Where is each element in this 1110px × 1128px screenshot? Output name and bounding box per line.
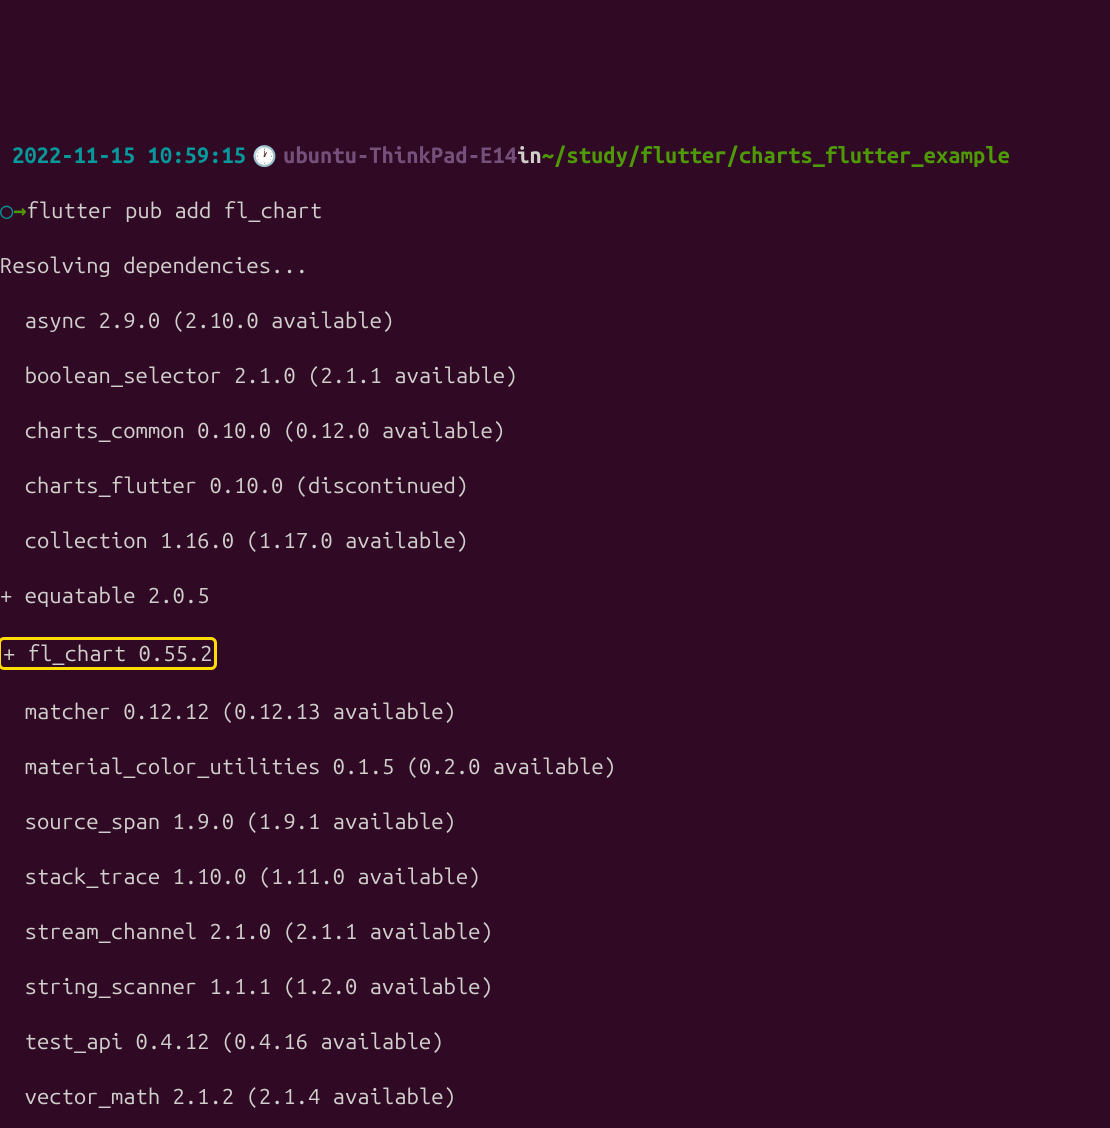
prompt-arrow-icon: → bbox=[13, 198, 26, 223]
clock-icon: 🕐 bbox=[252, 143, 277, 168]
dep-line: test_api 0.4.12 (0.4.16 available) bbox=[0, 1028, 1110, 1056]
dep-line: + equatable 2.0.5 bbox=[0, 582, 1110, 610]
dep-line: charts_common 0.10.0 (0.12.0 available) bbox=[0, 417, 1110, 445]
cwd-path: ~/study/flutter/charts_flutter_example bbox=[542, 142, 1010, 170]
command-text: flutter pub add fl_chart bbox=[27, 198, 323, 223]
dep-line: source_span 1.9.0 (1.9.1 available) bbox=[0, 808, 1110, 836]
terminal-output[interactable]: 2022-11-15 10:59:15 🕐 ubuntu-ThinkPad-E1… bbox=[0, 114, 1110, 1128]
highlighted-dep-line: + fl_chart 0.55.2 bbox=[0, 637, 1110, 671]
dep-line: async 2.9.0 (2.10.0 available) bbox=[0, 307, 1110, 335]
dep-line: collection 1.16.0 (1.17.0 available) bbox=[0, 527, 1110, 555]
resolving-line: Resolving dependencies... bbox=[0, 252, 1110, 280]
dep-line: matcher 0.12.12 (0.12.13 available) bbox=[0, 698, 1110, 726]
dep-line: vector_math 2.1.2 (2.1.4 available) bbox=[0, 1083, 1110, 1111]
hostname: ubuntu-ThinkPad-E14 bbox=[283, 142, 517, 170]
in-word: in bbox=[517, 142, 542, 170]
prompt-header: 2022-11-15 10:59:15 🕐 ubuntu-ThinkPad-E1… bbox=[0, 142, 1110, 170]
dep-line: material_color_utilities 0.1.5 (0.2.0 av… bbox=[0, 753, 1110, 781]
dep-line: string_scanner 1.1.1 (1.2.0 available) bbox=[0, 973, 1110, 1001]
prompt-circle-icon: ○ bbox=[0, 197, 13, 225]
dep-line: stream_channel 2.1.0 (2.1.1 available) bbox=[0, 918, 1110, 946]
timestamp: 2022-11-15 10:59:15 bbox=[12, 142, 246, 170]
dep-line: boolean_selector 2.1.0 (2.1.1 available) bbox=[0, 362, 1110, 390]
dep-line: charts_flutter 0.10.0 (discontinued) bbox=[0, 472, 1110, 500]
command-line: ○→flutter pub add fl_chart bbox=[0, 197, 1110, 225]
highlight-box: + fl_chart 0.55.2 bbox=[0, 637, 217, 671]
dep-line: stack_trace 1.10.0 (1.11.0 available) bbox=[0, 863, 1110, 891]
